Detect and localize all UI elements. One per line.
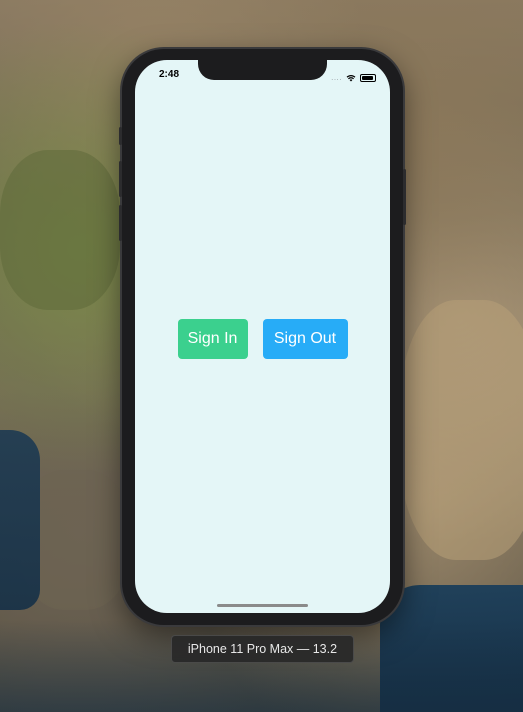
desktop-wallpaper: 2:48 .... Sign In Sign Out iPhone 11 Pro: [0, 0, 523, 712]
volume-up-button[interactable]: [119, 161, 122, 197]
status-icons: ....: [331, 69, 376, 87]
sign-in-button[interactable]: Sign In: [177, 319, 248, 359]
battery-icon: [360, 74, 376, 82]
wallpaper-sea-left: [0, 430, 40, 610]
wallpaper-cliff: [400, 300, 523, 560]
wallpaper-sea-shade: [0, 620, 523, 712]
status-time: 2:48: [159, 69, 180, 80]
app-screen: 2:48 .... Sign In Sign Out: [135, 60, 390, 613]
notch: [198, 60, 327, 80]
wallpaper-hill: [0, 150, 120, 310]
side-power-button[interactable]: [403, 169, 406, 225]
auth-button-row: Sign In Sign Out: [135, 319, 390, 359]
iphone-simulator-frame: 2:48 .... Sign In Sign Out: [119, 49, 406, 625]
simulator-device-label: iPhone 11 Pro Max — 13.2: [171, 635, 354, 663]
wifi-icon: [346, 69, 356, 87]
mute-switch[interactable]: [119, 127, 122, 145]
home-indicator[interactable]: [217, 604, 308, 607]
volume-down-button[interactable]: [119, 205, 122, 241]
signal-icon: ....: [331, 73, 342, 82]
sign-out-button[interactable]: Sign Out: [262, 319, 348, 359]
